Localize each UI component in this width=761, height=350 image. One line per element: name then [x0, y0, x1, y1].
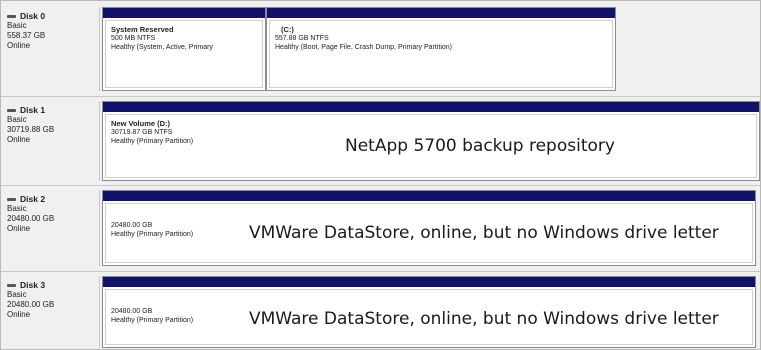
disk-status: Online	[7, 41, 31, 50]
disk-info-1[interactable]: Disk 1 Basic 30719.88 GB Online	[1, 101, 100, 181]
disk-label: Disk 0	[20, 11, 46, 21]
volume-name: (C:)	[281, 25, 294, 34]
disk-type: Basic	[7, 21, 27, 30]
disk-size: 20480.00 GB	[7, 214, 55, 223]
disk-name-3: Disk 3	[7, 280, 99, 290]
divider	[1, 185, 760, 186]
disk-size: 558.37 GB	[7, 31, 46, 40]
volume-health: Healthy (System, Active, Primary	[111, 44, 213, 51]
volume-system-reserved[interactable]: System Reserved 500 MB NTFS Healthy (Sys…	[102, 7, 266, 91]
annotation-text: VMWare DataStore, online, but no Windows…	[249, 309, 719, 329]
disk-status: Online	[7, 135, 31, 144]
disk-name-0: Disk 0	[7, 11, 99, 21]
disk-icon	[7, 108, 16, 112]
disk-icon	[7, 14, 16, 18]
volume-body: System Reserved 500 MB NTFS Healthy (Sys…	[105, 20, 263, 88]
disk-label: Disk 2	[20, 194, 46, 204]
volume-c[interactable]: (C:) 557.88 GB NTFS Healthy (Boot, Page …	[266, 7, 616, 91]
disk-name-2: Disk 2	[7, 194, 99, 204]
disk-name-1: Disk 1	[7, 105, 99, 115]
volume-health: Healthy (Boot, Page File, Crash Dump, Pr…	[275, 44, 453, 51]
disk-status: Online	[7, 310, 31, 319]
divider	[1, 271, 760, 272]
disk-label: Disk 3	[20, 280, 46, 290]
volume-bar	[267, 8, 615, 18]
disk-icon	[7, 197, 16, 201]
volume-bar	[103, 191, 755, 201]
volume-bar	[103, 8, 265, 18]
annotation-text: NetApp 5700 backup repository	[345, 136, 615, 156]
volume-filesystem: 557.88 GB NTFS	[275, 35, 329, 42]
volume-name: System Reserved	[111, 25, 174, 34]
disk-icon	[7, 283, 16, 287]
disk-row-3[interactable]: Disk 3 Basic 20480.00 GB Online 20480.00…	[1, 276, 760, 348]
disk-info-2[interactable]: Disk 2 Basic 20480.00 GB Online	[1, 190, 100, 266]
disk-row-0[interactable]: Disk 0 Basic 558.37 GB Online System Res…	[1, 7, 760, 91]
volume-bar	[103, 102, 759, 112]
disk-info-3[interactable]: Disk 3 Basic 20480.00 GB Online	[1, 276, 100, 348]
disk-size: 30719.88 GB	[7, 125, 55, 134]
disk-type: Basic	[7, 115, 27, 124]
disk-row-2[interactable]: Disk 2 Basic 20480.00 GB Online 20480.00…	[1, 190, 760, 266]
disk-type: Basic	[7, 290, 27, 299]
disk-type: Basic	[7, 204, 27, 213]
volume-body: (C:) 557.88 GB NTFS Healthy (Boot, Page …	[269, 20, 613, 88]
volume-filesystem: 500 MB NTFS	[111, 35, 156, 42]
disk-row-1[interactable]: Disk 1 Basic 30719.88 GB Online New Volu…	[1, 101, 760, 181]
volume-bar	[103, 277, 755, 287]
annotation-text: VMWare DataStore, online, but no Windows…	[249, 223, 719, 243]
disk-size: 20480.00 GB	[7, 300, 55, 309]
disk-management-panel: Disk 0 Basic 558.37 GB Online System Res…	[0, 0, 761, 350]
disk-label: Disk 1	[20, 105, 46, 115]
disk-status: Online	[7, 224, 31, 233]
volume-name: New Volume (D:)	[111, 119, 171, 128]
disk-info-0[interactable]: Disk 0 Basic 558.37 GB Online	[1, 7, 100, 91]
divider	[1, 96, 760, 97]
